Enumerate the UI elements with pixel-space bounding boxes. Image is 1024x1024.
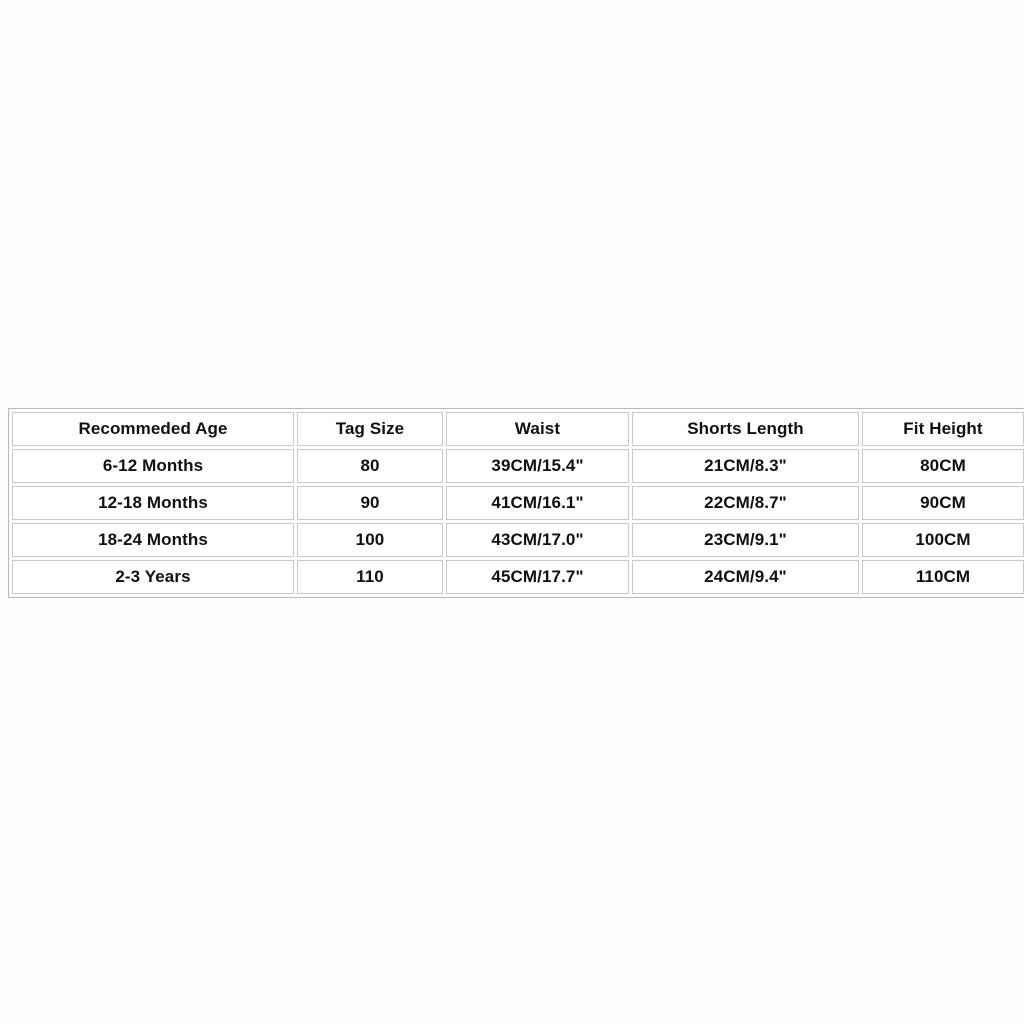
- column-header-fit-height: Fit Height: [862, 412, 1024, 446]
- cell-tag-size: 80: [297, 449, 443, 483]
- cell-waist: 41CM/16.1": [446, 486, 629, 520]
- cell-tag-size: 100: [297, 523, 443, 557]
- column-header-recommended-age: Recommeded Age: [12, 412, 294, 446]
- column-header-tag-size: Tag Size: [297, 412, 443, 446]
- cell-shorts-length: 22CM/8.7": [632, 486, 859, 520]
- cell-age: 18-24 Months: [12, 523, 294, 557]
- cell-tag-size: 110: [297, 560, 443, 594]
- cell-tag-size: 90: [297, 486, 443, 520]
- table-row: 12-18 Months 90 41CM/16.1" 22CM/8.7" 90C…: [12, 486, 1024, 520]
- cell-waist: 39CM/15.4": [446, 449, 629, 483]
- cell-fit-height: 100CM: [862, 523, 1024, 557]
- cell-fit-height: 110CM: [862, 560, 1024, 594]
- cell-shorts-length: 24CM/9.4": [632, 560, 859, 594]
- cell-fit-height: 90CM: [862, 486, 1024, 520]
- size-chart-container: Recommeded Age Tag Size Waist Shorts Len…: [8, 408, 1024, 598]
- table-row: 6-12 Months 80 39CM/15.4" 21CM/8.3" 80CM: [12, 449, 1024, 483]
- size-chart-table: Recommeded Age Tag Size Waist Shorts Len…: [8, 408, 1024, 598]
- cell-shorts-length: 23CM/9.1": [632, 523, 859, 557]
- cell-age: 12-18 Months: [12, 486, 294, 520]
- table-row: 2-3 Years 110 45CM/17.7" 24CM/9.4" 110CM: [12, 560, 1024, 594]
- column-header-waist: Waist: [446, 412, 629, 446]
- cell-age: 2-3 Years: [12, 560, 294, 594]
- cell-shorts-length: 21CM/8.3": [632, 449, 859, 483]
- column-header-shorts-length: Shorts Length: [632, 412, 859, 446]
- table-row: 18-24 Months 100 43CM/17.0" 23CM/9.1" 10…: [12, 523, 1024, 557]
- cell-waist: 45CM/17.7": [446, 560, 629, 594]
- cell-waist: 43CM/17.0": [446, 523, 629, 557]
- cell-age: 6-12 Months: [12, 449, 294, 483]
- cell-fit-height: 80CM: [862, 449, 1024, 483]
- table-header-row: Recommeded Age Tag Size Waist Shorts Len…: [12, 412, 1024, 446]
